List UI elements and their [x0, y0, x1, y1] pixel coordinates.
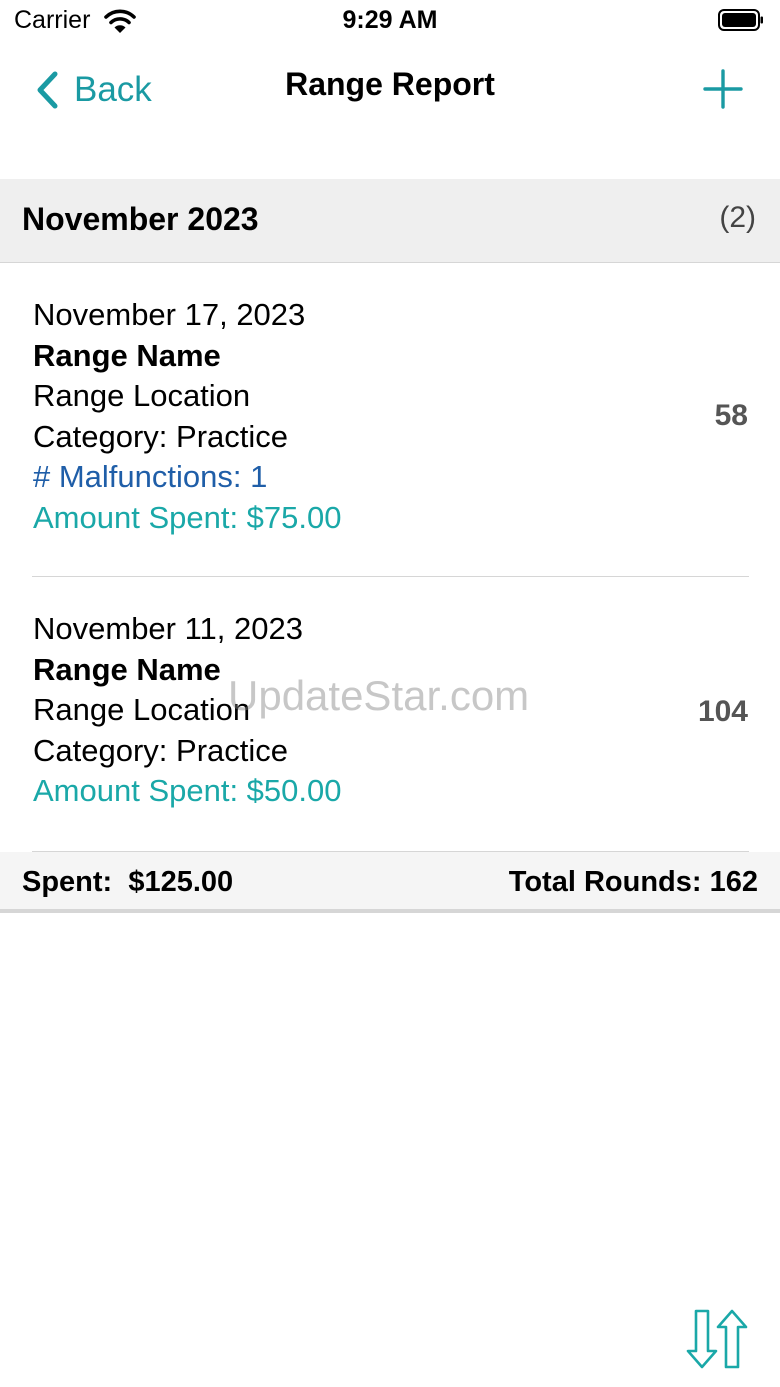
- sort-arrows-icon[interactable]: [686, 1308, 748, 1370]
- table-row[interactable]: November 11, 2023 Range Name Range Locat…: [0, 577, 780, 851]
- battery-icon: [718, 9, 763, 31]
- page-title: Range Report: [285, 66, 495, 102]
- status-time: 9:29 AM: [342, 6, 438, 34]
- entry-category: Category: Practice: [33, 732, 288, 768]
- navigation-bar: Back Range Report: [0, 50, 780, 130]
- entry-malfunctions: # Malfunctions: 1: [33, 459, 268, 494]
- row-details: November 11, 2023 Range Name Range Locat…: [33, 609, 342, 812]
- entry-range-name: Range Name: [33, 337, 221, 373]
- entry-date: November 17, 2023: [33, 297, 306, 332]
- entry-rounds: 58: [714, 399, 748, 432]
- entry-amount-spent: Amount Spent: $75.00: [33, 499, 342, 535]
- entry-location: Range Location: [33, 378, 251, 413]
- plus-icon[interactable]: [702, 68, 744, 110]
- section-header: November 2023 (2): [0, 179, 780, 263]
- entry-range-name: Range Name: [33, 651, 221, 687]
- entry-amount-spent: Amount Spent: $50.00: [33, 773, 342, 808]
- table-row[interactable]: November 17, 2023 Range Name Range Locat…: [0, 263, 780, 576]
- entry-category: Category: Practice: [33, 418, 288, 454]
- total-spent: Spent: $125.00: [22, 866, 234, 898]
- row-details: November 17, 2023 Range Name Range Locat…: [33, 295, 342, 538]
- entry-date: November 11, 2023: [33, 611, 303, 646]
- range-report-screen: Carrier 9:29 AM Back Range Report Novemb…: [0, 0, 780, 1387]
- totals-bar: Spent: $125.00 Total Rounds: 162: [0, 852, 780, 913]
- section-title: November 2023: [22, 201, 259, 237]
- total-rounds: Total Rounds: 162: [508, 866, 758, 898]
- section-count: (2): [719, 201, 756, 234]
- status-bar: Carrier 9:29 AM: [0, 0, 780, 44]
- entry-rounds: 104: [697, 695, 748, 728]
- entry-location: Range Location: [33, 692, 251, 727]
